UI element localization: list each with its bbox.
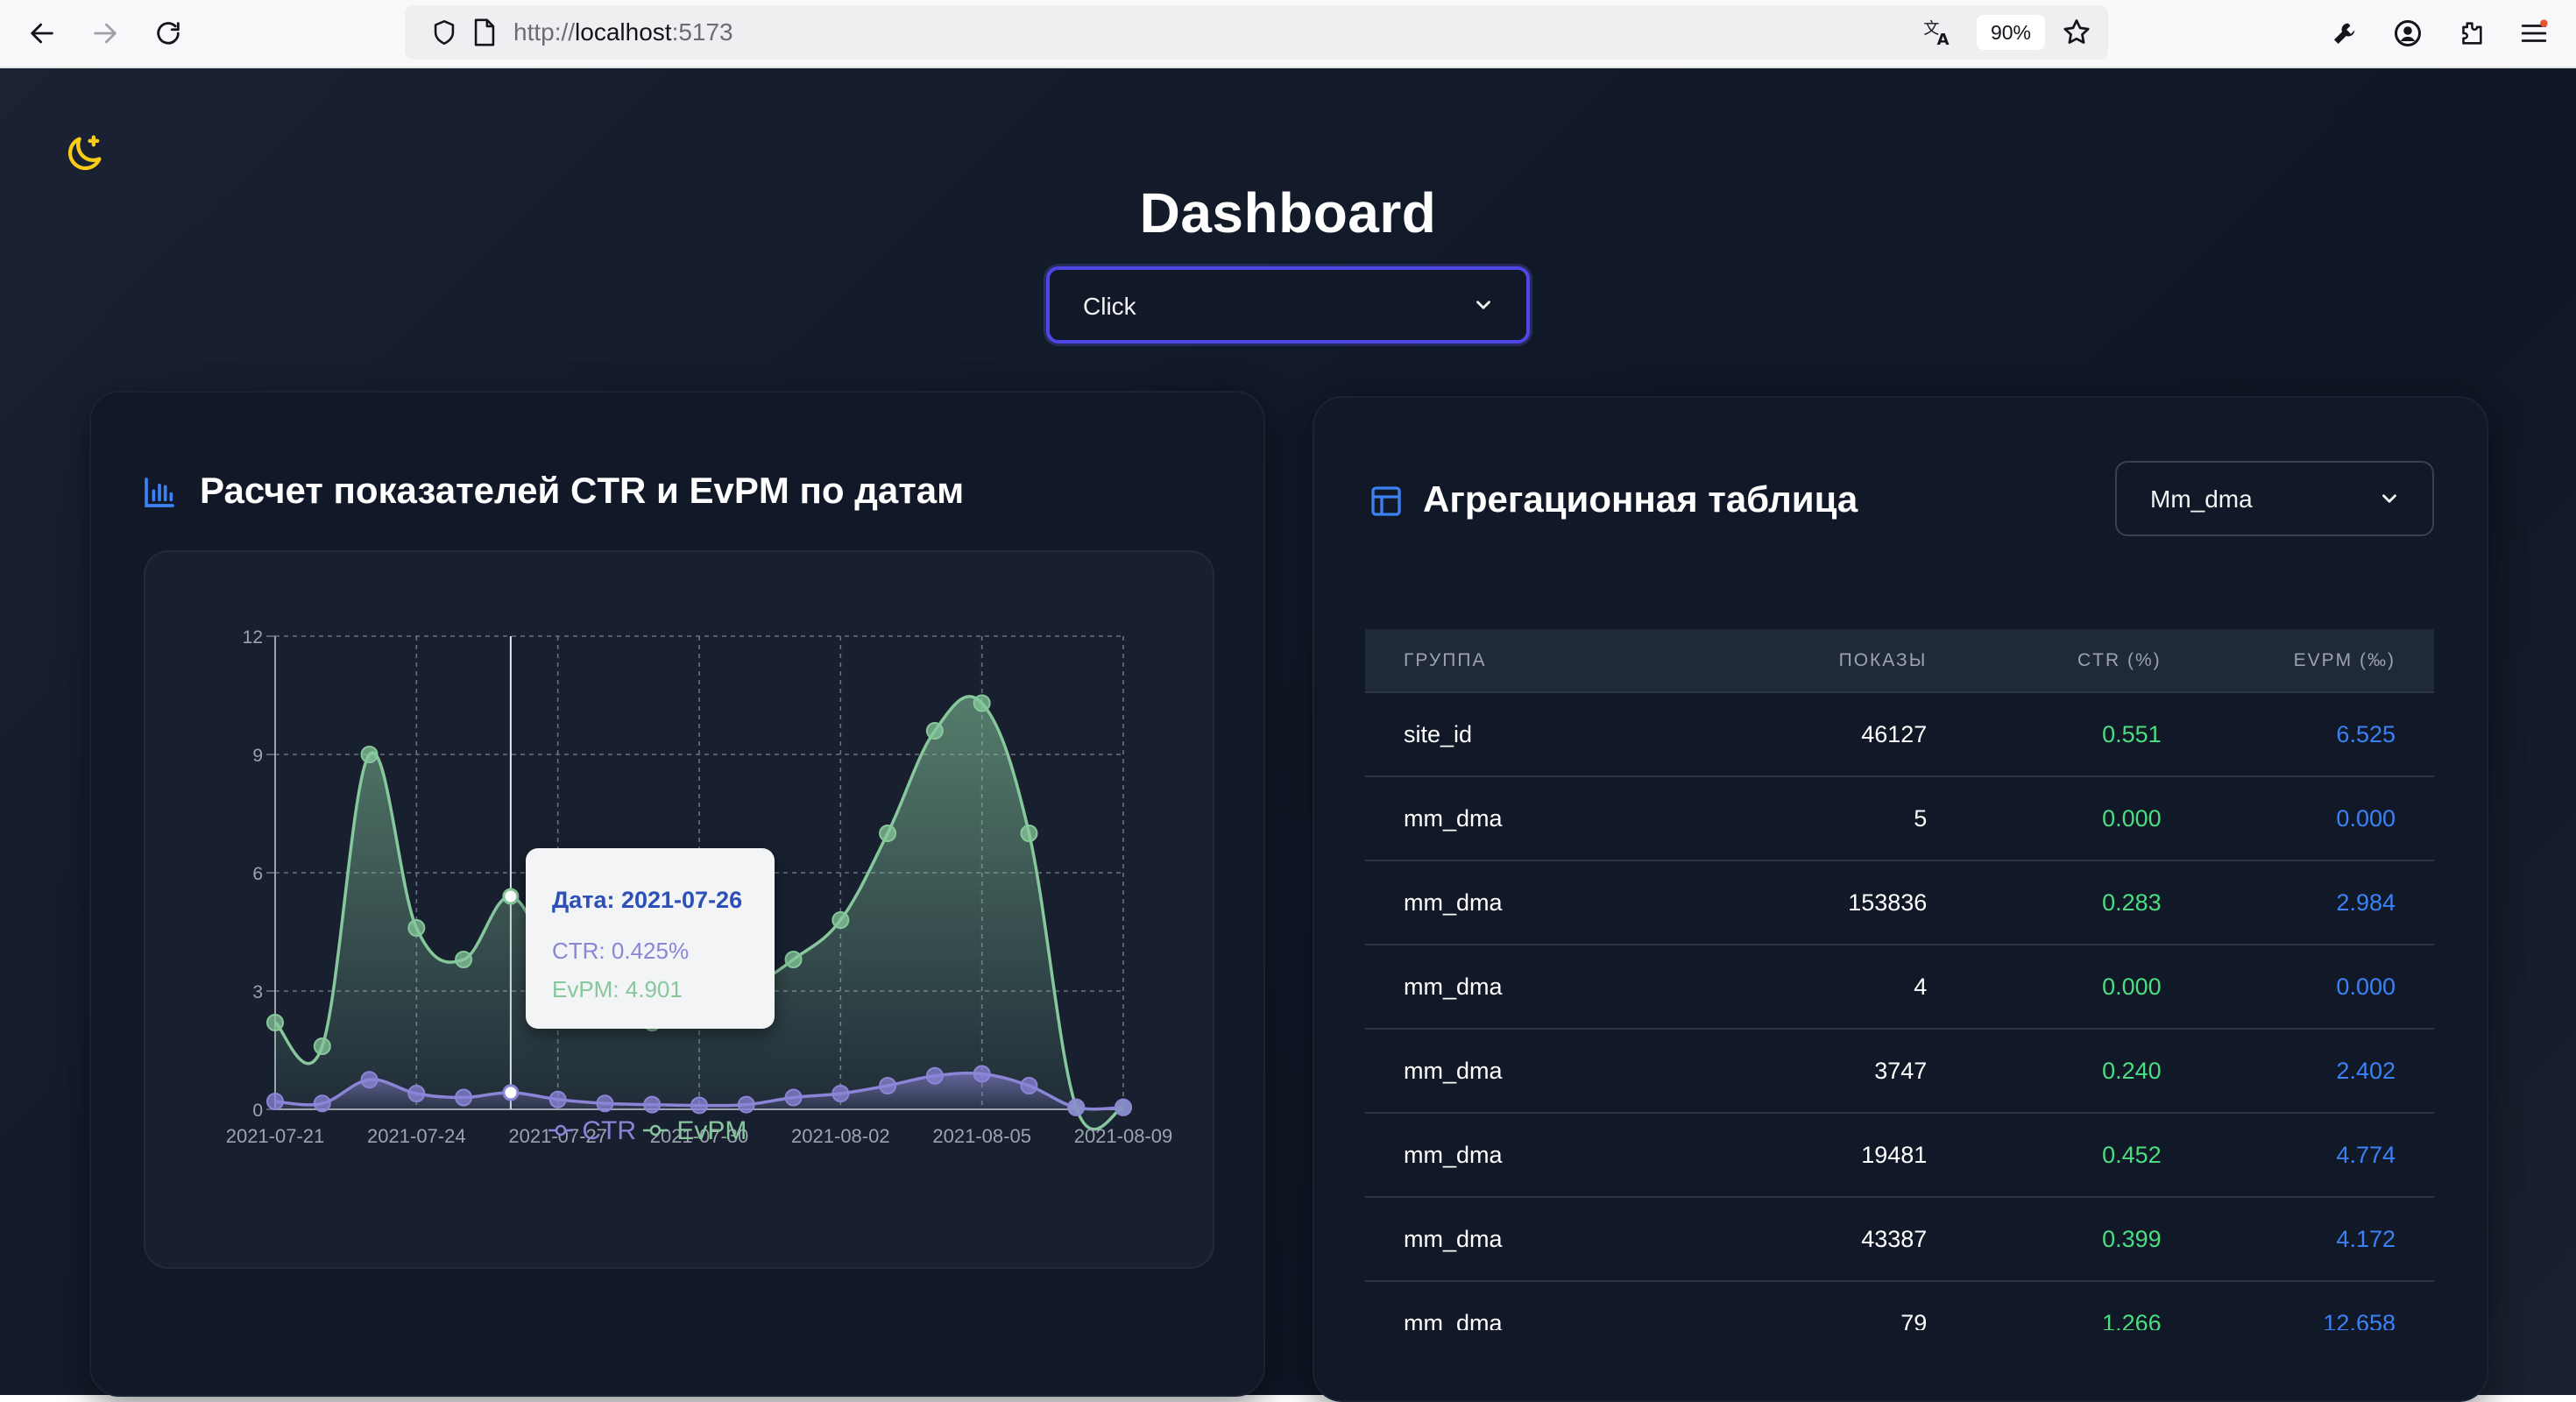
browser-toolbar: http://localhost:5173 文A 90% — [0, 0, 2576, 68]
legend-ctr-label: CTR — [582, 1116, 636, 1145]
chevron-down-icon — [1476, 301, 1490, 309]
cell-evpm: 2.984 — [2199, 860, 2434, 945]
group-select-value: Mm_dma — [2150, 485, 2253, 513]
column-header-ctr[interactable]: CTR (%) — [1965, 629, 2199, 692]
chart-card-title: Расчет показателей CTR и EvPM по датам — [200, 470, 965, 511]
tooltip-date: Дата: 2021-07-26 — [552, 887, 743, 913]
cell-group: mm_dma — [1365, 1196, 1731, 1281]
cell-evpm: 2.402 — [2199, 1028, 2434, 1113]
group-select[interactable]: Mm_dma — [2115, 461, 2434, 536]
url-bar[interactable]: http://localhost:5173 文A 90% — [405, 5, 2108, 60]
bookmark-star-icon[interactable] — [2061, 17, 2092, 53]
metric-select-value: Click — [1083, 293, 1136, 320]
column-header-group[interactable]: Группа — [1365, 629, 1731, 692]
back-icon[interactable] — [21, 12, 63, 54]
cell-ctr: 0.551 — [1965, 691, 2200, 776]
table-row[interactable]: mm_dma 79 1.266 12.658 — [1365, 1280, 2434, 1330]
wrench-icon[interactable] — [2324, 12, 2366, 54]
zoom-level[interactable]: 90% — [1977, 15, 2045, 50]
cell-group: mm_dma — [1365, 775, 1731, 860]
cell-group: site_id — [1365, 691, 1731, 776]
theme-toggle-icon[interactable] — [61, 131, 107, 177]
table-row[interactable]: mm_dma 19481 0.452 4.774 — [1365, 1112, 2434, 1197]
cell-shows: 79 — [1731, 1280, 1966, 1330]
cell-shows: 46127 — [1731, 691, 1966, 776]
cell-group: mm_dma — [1365, 944, 1731, 1029]
dashboard-page: Dashboard Click Расчет показателей CTR и… — [0, 68, 2576, 1402]
url-host: localhost — [575, 18, 672, 46]
metric-select[interactable]: Click — [1046, 266, 1530, 343]
table-body: site_id 46127 0.551 6.525 mm_dma 5 0.000 0.000 m… — [1365, 691, 2434, 1330]
cell-group: mm_dma — [1365, 1028, 1731, 1113]
cell-group: mm_dma — [1365, 860, 1731, 945]
cell-evpm: 12.658 — [2199, 1280, 2434, 1330]
cell-shows: 3747 — [1731, 1028, 1966, 1113]
table-card-title: Агрегационная таблица — [1423, 478, 1858, 520]
cell-ctr: 0.000 — [1965, 775, 2200, 860]
cell-ctr: 0.399 — [1965, 1196, 2200, 1281]
url-port: :5173 — [671, 18, 733, 46]
menu-icon[interactable] — [2513, 12, 2555, 54]
svg-text:A: A — [1937, 31, 1950, 47]
legend-ctr-marker-icon — [548, 1124, 573, 1136]
cell-group: mm_dma — [1365, 1280, 1731, 1330]
cell-evpm: 0.000 — [2199, 944, 2434, 1029]
table-row[interactable]: mm_dma 5 0.000 0.000 — [1365, 775, 2434, 860]
bar-chart-icon — [142, 475, 177, 514]
chevron-down-icon — [2382, 494, 2396, 503]
cell-shows: 5 — [1731, 775, 1966, 860]
table-row[interactable]: mm_dma 3747 0.240 2.402 — [1365, 1028, 2434, 1113]
cell-evpm: 6.525 — [2199, 691, 2434, 776]
table-row[interactable]: mm_dma 43387 0.399 4.172 — [1365, 1196, 2434, 1281]
table-header-row: Группа Показы CTR (%) EvPM (‰) — [1365, 629, 2434, 692]
cell-ctr: 0.452 — [1965, 1112, 2200, 1197]
legend-item-ctr[interactable]: CTR — [547, 1116, 636, 1146]
cell-shows: 4 — [1731, 944, 1966, 1029]
cell-ctr: 0.283 — [1965, 860, 2200, 945]
column-header-shows[interactable]: Показы — [1731, 629, 1965, 692]
account-icon[interactable] — [2387, 12, 2429, 54]
cell-ctr: 0.240 — [1965, 1028, 2200, 1113]
extensions-icon[interactable] — [2450, 12, 2492, 54]
shield-icon[interactable] — [429, 18, 459, 52]
chart-tooltip: Дата: 2021-07-26 CTR: 0.425% EvPM: 4.901 — [526, 848, 775, 1029]
cell-shows: 153836 — [1731, 860, 1966, 945]
aggregation-table-container[interactable]: Группа Показы CTR (%) EvPM (‰) site_id 46… — [1365, 629, 2434, 1330]
cell-ctr: 1.266 — [1965, 1280, 2200, 1330]
legend-evpm-label: EvPM — [676, 1116, 747, 1145]
cell-shows: 43387 — [1731, 1196, 1966, 1281]
table-row[interactable]: mm_dma 153836 0.283 2.984 — [1365, 860, 2434, 945]
translate-icon[interactable]: 文A — [1922, 18, 1954, 52]
forward-icon[interactable] — [84, 12, 126, 54]
cell-group: mm_dma — [1365, 1112, 1731, 1197]
cell-shows: 19481 — [1731, 1112, 1966, 1197]
tooltip-evpm: EvPM: 4.901 — [552, 976, 683, 1002]
page-icon — [471, 18, 498, 52]
table-row[interactable]: site_id 46127 0.551 6.525 — [1365, 691, 2434, 776]
url-text[interactable]: http://localhost:5173 — [513, 5, 733, 60]
table-row[interactable]: mm_dma 4 0.000 0.000 — [1365, 944, 2434, 1029]
table-icon — [1369, 484, 1404, 523]
legend-item-evpm[interactable]: EvPM — [641, 1116, 747, 1146]
legend-evpm-marker-icon — [643, 1124, 668, 1136]
column-header-evpm[interactable]: EvPM (‰) — [2200, 629, 2434, 692]
cell-evpm: 4.172 — [2199, 1196, 2434, 1281]
cell-ctr: 0.000 — [1965, 944, 2200, 1029]
cell-evpm: 4.774 — [2199, 1112, 2434, 1197]
url-prefix: http:// — [513, 18, 576, 46]
cell-evpm: 0.000 — [2199, 775, 2434, 860]
reload-icon[interactable] — [147, 12, 189, 54]
aggregation-table: Группа Показы CTR (%) EvPM (‰) site_id 46… — [1365, 629, 2434, 1330]
tooltip-ctr: CTR: 0.425% — [552, 938, 690, 964]
page-title: Dashboard — [1139, 181, 1437, 244]
